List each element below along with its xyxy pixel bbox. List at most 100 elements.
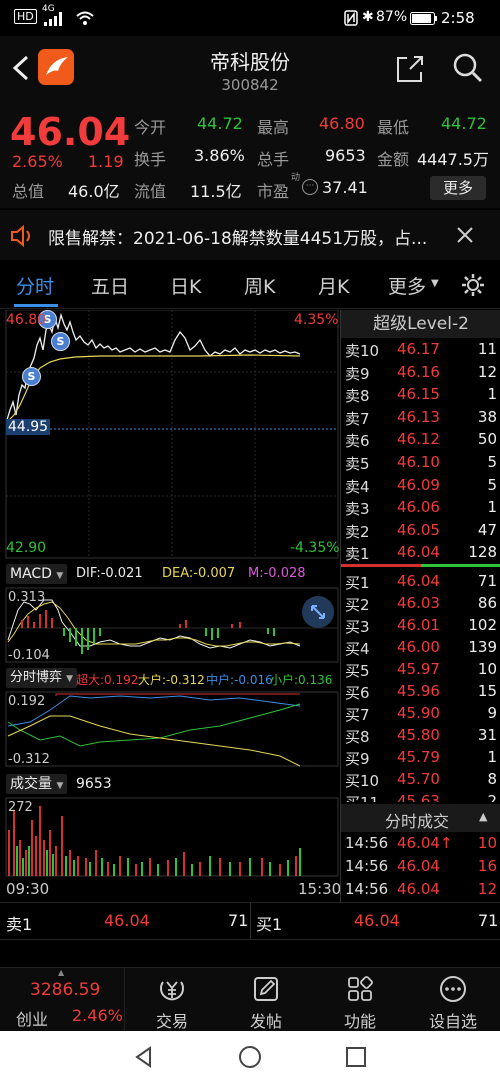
macd-m: M:-0.028 [248,566,306,581]
change-percent: 2.65% [12,152,63,171]
bid-row[interactable]: 买6 45.96 15 [341,680,500,703]
bid-price: 45.79 [397,748,440,766]
ask-price: 46.06 [397,498,440,517]
bid-list: 买1 46.04 71 买2 46.03 86 买3 46.01 102 买4 46.00 139 买5… [341,570,500,802]
tab-weekly-k[interactable]: 周K [244,272,275,299]
float-label: 流值 [134,182,167,201]
trade-price: 46.04 [397,880,440,898]
mktcap-label: 总值 [12,182,45,201]
nav-trade-label: 交易 [155,1012,188,1031]
ask-row[interactable]: 卖6 46.12 50 [341,428,500,451]
sell-marker[interactable]: S [51,332,70,351]
flow-selector[interactable]: 分时博弈 ▼ [6,668,78,688]
bid-row[interactable]: 买11 45.63 2 [341,790,500,802]
bid-row[interactable]: 买3 46.01 102 [341,614,500,637]
stock-header: 帝科股份 300842 [0,36,500,100]
tab-daily-k[interactable]: 日K [170,272,201,299]
bid-row[interactable]: 买9 45.79 1 [341,746,500,769]
notice-bar[interactable]: 限售解禁：2021-06-18解禁数量4451万股，占... [0,210,500,260]
wifi-icon [76,11,94,25]
clock: 2:58 [441,9,475,27]
tab-more[interactable]: 更多 [388,272,426,299]
bid-qty: 2 [487,792,497,802]
sell-marker[interactable]: S [22,367,41,386]
bid-row[interactable]: 买5 45.97 10 [341,658,500,681]
trade-time: 14:56 [345,834,389,852]
flow-super: 超大:0.192 [76,673,139,687]
tab-monthly-k[interactable]: 月K [318,272,349,299]
ask-label: 卖8 [345,387,370,406]
bid-row[interactable]: 买10 45.70 8 [341,768,500,791]
nav-functions[interactable]: 功能 [320,974,400,1032]
tab-intraday[interactable]: 分时 [16,272,54,299]
bid-qty: 15 [477,682,497,700]
ask-row[interactable]: 卖5 46.10 5 [341,451,500,474]
system-recents-icon[interactable] [345,1046,367,1068]
ask-row[interactable]: 卖1 46.04 128 [341,541,500,564]
system-back-icon[interactable] [132,1045,156,1069]
chart-low-pct: -4.35% [290,540,340,556]
macd-top: 0.313 [8,590,46,605]
ask-row[interactable]: 卖4 46.09 5 [341,474,500,497]
nav-watchlist[interactable]: 设自选 [413,974,493,1032]
ask-price: 46.16 [397,362,440,381]
ask-label: 卖5 [345,455,370,473]
index-name: 创业 [16,1010,49,1029]
back-arrow-icon[interactable] [10,54,32,82]
flow-bottom: -0.312 [8,752,50,767]
bid-label: 买11 [345,792,379,802]
bid-row[interactable]: 买2 46.03 86 [341,592,500,615]
collapse-caret-icon: ▲ [479,810,488,823]
tab-five-day[interactable]: 五日 [91,272,129,299]
turnover-value: 3.86% [194,146,245,165]
best-ask-label: 卖1 [6,915,33,934]
bid-row[interactable]: 买8 45.80 31 [341,724,500,747]
ask-row[interactable]: 卖3 46.06 1 [341,496,500,519]
trade-time: 14:56 [345,857,389,875]
bid-row[interactable]: 买1 46.04 71 [341,570,500,593]
expand-icon[interactable] [302,596,334,628]
stock-code: 300842 [221,76,279,94]
index-value: 3286.59 [30,980,101,1000]
search-icon[interactable] [452,52,484,84]
nav-functions-label: 功能 [343,1012,376,1031]
ask-row[interactable]: 卖8 46.15 1 [341,383,500,406]
grid-icon [348,976,373,1001]
ask-qty: 38 [477,407,497,426]
ask-qty: 47 [477,520,497,539]
ask-qty: 1 [487,498,497,517]
ask-row[interactable]: 卖7 46.13 38 [341,406,500,429]
close-icon[interactable] [456,226,474,244]
more-button[interactable]: 更多 [430,176,486,200]
index-ticker[interactable]: ▲ 3286.59 创业 2.46% [0,968,124,1032]
flow-mid: 中户:-0.016 [206,673,273,687]
macd-selector[interactable]: MACD ▼ [6,564,68,584]
bid-price: 45.63 [397,792,440,802]
ask-row[interactable]: 卖10 46.17 11 [341,338,500,361]
ask-qty: 1 [487,385,497,404]
settings-gear-icon[interactable] [460,272,486,298]
ask-row[interactable]: 卖9 46.16 12 [341,361,500,384]
nav-watchlist-label: 设自选 [428,1012,477,1031]
system-home-icon[interactable] [238,1045,262,1069]
status-bar: HD 4G ✱ 87% 2:58 [0,0,500,36]
nav-trade[interactable]: 交易 [132,974,212,1032]
more-circle-icon [440,976,466,1002]
ask-price: 46.05 [397,520,440,539]
intraday-chart-area[interactable]: S S S 46.80 4.35% 44.95 42.90 -4.35% MAC… [0,310,341,902]
bid-pressure-bar [421,564,500,567]
ask-label: 卖10 [345,342,380,360]
trades-title: 分时成交 [385,812,450,831]
bid-row[interactable]: 买4 46.00 139 [341,636,500,659]
best-ask-qty: 71 [228,911,249,930]
share-icon[interactable] [395,54,425,84]
more-dots-icon[interactable]: ··· [302,179,318,195]
ask-row[interactable]: 卖2 46.05 47 [341,519,500,542]
bid-row[interactable]: 买7 45.90 9 [341,702,500,725]
flow-title: 分时博弈 [10,670,63,685]
trades-header[interactable]: 分时成交 ▲ [341,804,500,832]
nfc-icon [344,10,358,26]
expand-caret-icon: ▲ [58,968,65,977]
volume-selector[interactable]: 成交量 ▼ [6,774,68,794]
nav-post[interactable]: 发帖 [226,974,306,1032]
